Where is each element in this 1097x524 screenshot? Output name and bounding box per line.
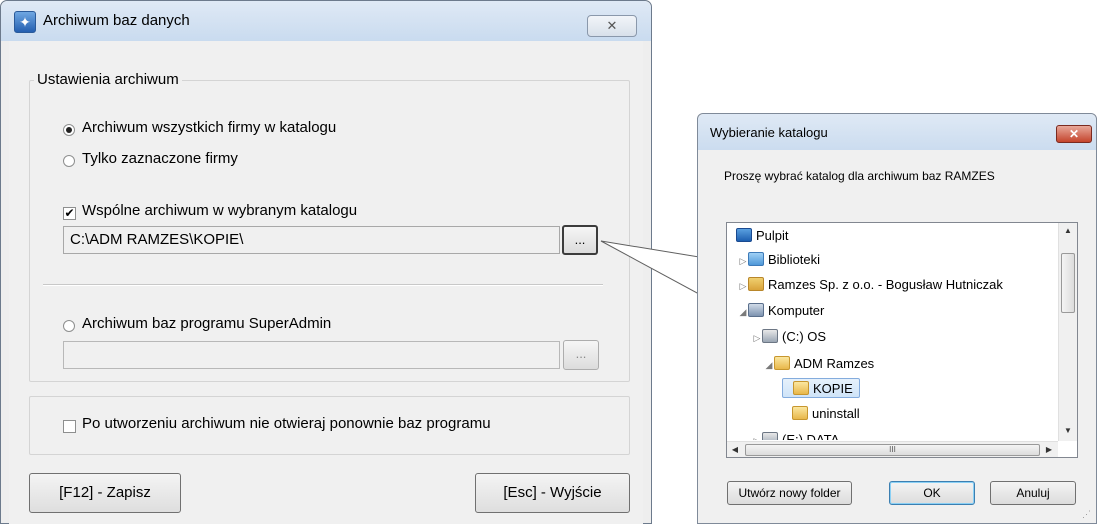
checkbox-common-archive-label[interactable]: Wspólne archiwum w wybranym katalogu: [82, 202, 357, 219]
folder-dialog-prompt: Proszę wybrać katalog dla archiwum baz R…: [724, 169, 995, 183]
tree-item-uninstall[interactable]: uninstall: [782, 404, 860, 424]
computer-icon: [748, 303, 764, 317]
tree-item-label: Komputer: [768, 303, 825, 318]
separator: [43, 284, 603, 286]
tree-item-label: ADM Ramzes: [794, 356, 875, 371]
browse-superadmin-button[interactable]: ...: [563, 340, 599, 370]
expand-arrow-icon[interactable]: ▷: [738, 251, 748, 271]
tree-item-biblioteki[interactable]: ▷ Biblioteki: [738, 250, 820, 270]
desktop-icon: [736, 228, 752, 242]
tree-item-komputer[interactable]: ◢ Komputer: [738, 301, 824, 321]
ok-button[interactable]: OK: [889, 481, 975, 505]
archive-settings-group-title: Ustawienia archiwum: [34, 71, 182, 88]
app-icon: ✦: [14, 11, 36, 33]
tree-item-label: uninstall: [812, 406, 860, 421]
close-icon: ✕: [606, 18, 618, 33]
tree-item-label: Biblioteki: [768, 252, 821, 267]
scroll-down-icon[interactable]: ▼: [1059, 423, 1077, 439]
tree-item-drive-c[interactable]: ▷ (C:) OS: [752, 327, 826, 347]
tree-item-drive-e-clip: ▷ (E:) DATA: [752, 430, 1052, 440]
tree-item-label: (C:) OS: [782, 329, 827, 344]
scroll-right-icon[interactable]: ▶: [1041, 442, 1057, 458]
radio-all-companies-label[interactable]: Archiwum wszystkich firmy w katalogu: [82, 119, 336, 136]
checkbox-no-reopen[interactable]: [63, 420, 76, 433]
drive-icon: [762, 432, 778, 440]
folder-dialog-close-button[interactable]: ✕: [1056, 125, 1092, 143]
collapse-arrow-icon[interactable]: ◢: [738, 302, 748, 322]
new-folder-button[interactable]: Utwórz nowy folder: [727, 481, 852, 505]
horizontal-scroll-thumb[interactable]: III: [745, 444, 1040, 456]
tree-item-label: Ramzes Sp. z o.o. - Bogusław Hutniczak: [768, 277, 1003, 292]
archive-window-close-button[interactable]: ✕: [587, 15, 637, 37]
tree-item-label: KOPIE: [813, 381, 853, 396]
tree-item-label: (E:) DATA: [782, 432, 840, 440]
scroll-up-icon[interactable]: ▲: [1059, 223, 1077, 239]
scroll-left-icon[interactable]: ◀: [727, 442, 743, 458]
collapse-arrow-icon[interactable]: ◢: [764, 355, 774, 375]
superadmin-path-input[interactable]: [63, 341, 560, 369]
tree-horizontal-scrollbar[interactable]: ◀ III ▶: [727, 441, 1058, 457]
browse-path-button[interactable]: ...: [562, 225, 598, 255]
archive-window-title: Archiwum baz danych: [43, 12, 190, 29]
archive-window-titlebar[interactable]: ✦ Archiwum baz danych ✕: [1, 1, 651, 41]
expand-arrow-icon[interactable]: ▷: [738, 276, 748, 296]
folder-dialog-titlebar[interactable]: Wybieranie katalogu ✕: [698, 114, 1096, 150]
archive-path-input[interactable]: C:\ADM RAMZES\KOPIE\: [63, 226, 560, 254]
exit-button[interactable]: [Esc] - Wyjście: [475, 473, 630, 513]
resize-grip-icon[interactable]: ⋰: [1082, 508, 1094, 520]
folder-icon: [792, 406, 808, 420]
checkbox-common-archive[interactable]: ✔: [63, 207, 76, 220]
folder-dialog-title: Wybieranie katalogu: [710, 125, 828, 140]
tree-item-kopie[interactable]: KOPIE: [782, 378, 860, 398]
tree-item-pulpit[interactable]: Pulpit: [736, 226, 789, 246]
close-icon: ✕: [1068, 127, 1080, 141]
radio-superadmin[interactable]: [63, 320, 75, 332]
tree-vertical-scrollbar[interactable]: ▲ ▼: [1058, 223, 1077, 441]
radio-superadmin-label[interactable]: Archiwum baz programu SuperAdmin: [82, 315, 331, 332]
radio-selected-companies[interactable]: [63, 155, 75, 167]
tree-item-ramzes-user[interactable]: ▷ Ramzes Sp. z o.o. - Bogusław Hutniczak: [738, 275, 1003, 295]
expand-arrow-icon[interactable]: ▷: [752, 431, 762, 440]
radio-all-companies[interactable]: [63, 124, 75, 136]
save-button[interactable]: [F12] - Zapisz: [29, 473, 181, 513]
tree-item-drive-e[interactable]: ▷ (E:) DATA: [752, 430, 839, 440]
vertical-scroll-thumb[interactable]: [1061, 253, 1075, 313]
expand-arrow-icon[interactable]: ▷: [752, 328, 762, 348]
user-folder-icon: [748, 277, 764, 291]
drive-icon: [762, 329, 778, 343]
folder-icon: [774, 356, 790, 370]
radio-selected-companies-label[interactable]: Tylko zaznaczone firmy: [82, 150, 238, 167]
cancel-button[interactable]: Anuluj: [990, 481, 1076, 505]
folder-icon: [793, 381, 809, 395]
libraries-icon: [748, 252, 764, 266]
tree-item-label: Pulpit: [756, 228, 789, 243]
tree-item-adm-ramzes[interactable]: ◢ ADM Ramzes: [764, 354, 874, 374]
checkbox-no-reopen-label[interactable]: Po utworzeniu archiwum nie otwieraj pono…: [82, 415, 491, 432]
